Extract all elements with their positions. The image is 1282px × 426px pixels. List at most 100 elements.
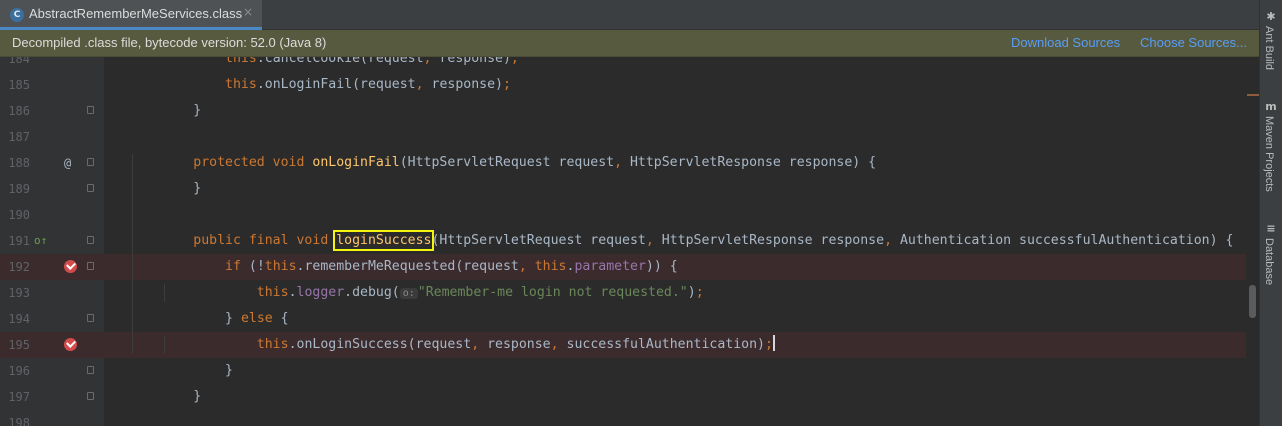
close-icon[interactable]: × xyxy=(243,5,253,19)
fold-marker-icon[interactable] xyxy=(87,158,94,166)
code-token: public final void xyxy=(193,233,337,248)
code-line[interactable]: 185 this.onLoginFail(request, response); xyxy=(0,72,1246,98)
code-text: if (!this.rememberMeRequested(request, t… xyxy=(98,254,678,280)
code-token: } xyxy=(225,363,233,378)
code-token: this xyxy=(225,77,257,92)
code-token: , xyxy=(645,233,654,248)
code-line[interactable]: 197 } xyxy=(0,384,1246,410)
code-token: (HttpServletRequest request xyxy=(399,155,615,170)
code-token: HttpServletResponse response xyxy=(653,233,885,248)
code-token: response) xyxy=(423,77,503,92)
code-text: protected void onLoginFail(HttpServletRe… xyxy=(98,150,876,176)
code-text: this.onLoginSuccess(request, response, s… xyxy=(98,332,775,358)
code-token: (! xyxy=(248,259,265,274)
code-token: , xyxy=(614,155,623,170)
vertical-scrollbar[interactable] xyxy=(1246,57,1259,426)
code-token: HttpServletResponse response) { xyxy=(622,155,877,170)
line-number: 188 xyxy=(8,156,30,170)
code-token: { xyxy=(280,311,289,326)
code-line[interactable]: 195 this.onLoginSuccess(request, respons… xyxy=(0,332,1246,358)
code-line[interactable]: 188 @ protected void onLoginFail(HttpServ… xyxy=(0,150,1246,176)
code-editor[interactable]: 184 this.cancelCookie(request, response)… xyxy=(0,57,1246,426)
code-line[interactable]: 184 this.cancelCookie(request, response)… xyxy=(0,57,1246,72)
code-line[interactable]: 187 xyxy=(0,124,1246,150)
code-token: ; xyxy=(510,57,519,66)
code-line[interactable]: 192 if (!this.rememberMeRequested(reques… xyxy=(0,254,1246,280)
code-token: this xyxy=(264,259,297,274)
editor-tab-bar: C AbstractRememberMeServices.class × xyxy=(0,0,1259,30)
ant-build-tool[interactable]: ✱ Ant Build xyxy=(1260,10,1282,84)
indent-guide xyxy=(132,154,133,354)
code-line[interactable]: 190 xyxy=(0,202,1246,228)
line-number: 189 xyxy=(8,182,30,196)
code-line[interactable]: 189 } xyxy=(0,176,1246,202)
code-token: this xyxy=(256,337,289,352)
maven-icon: m xyxy=(1265,100,1277,113)
right-tool-strip: ✱ Ant Build m Maven Projects ≡ Database xyxy=(1259,0,1282,426)
code-token: successfulAuthentication) xyxy=(558,337,766,352)
override-icon[interactable]: o↑ xyxy=(34,228,47,254)
indent-guide xyxy=(164,284,165,302)
code-token: else xyxy=(240,311,281,326)
fold-marker-icon[interactable] xyxy=(87,392,94,400)
code-line[interactable]: 194 } else { xyxy=(0,306,1246,332)
fold-marker-icon[interactable] xyxy=(87,262,94,270)
line-number: 193 xyxy=(8,286,30,300)
text-caret xyxy=(772,335,775,351)
code-token: .onLoginSuccess(request xyxy=(288,337,472,352)
code-token: logger xyxy=(296,285,345,300)
line-number: 196 xyxy=(8,364,30,378)
code-token: onLoginFail xyxy=(312,155,400,170)
line-number: 191 xyxy=(8,234,30,248)
code-line[interactable]: 186 } xyxy=(0,98,1246,124)
code-token: response) xyxy=(431,57,511,66)
line-number: 186 xyxy=(8,104,30,118)
code-token: if xyxy=(225,259,249,274)
scrollbar-thumb[interactable] xyxy=(1249,285,1256,318)
breakpoint-icon[interactable] xyxy=(64,260,77,273)
maven-projects-tool[interactable]: m Maven Projects xyxy=(1260,100,1282,210)
code-line[interactable]: 198 xyxy=(0,410,1246,426)
fold-marker-icon[interactable] xyxy=(87,366,94,374)
code-text: } else { xyxy=(98,306,289,332)
breakpoint-icon[interactable] xyxy=(64,338,77,351)
code-token: .debug( xyxy=(344,285,400,300)
code-text: this.cancelCookie(request, response); xyxy=(98,57,519,72)
code-token: , xyxy=(415,77,424,92)
code-line[interactable]: 193 this.logger.debug(o: "Remember-me log… xyxy=(0,280,1246,306)
download-sources-link[interactable]: Download Sources xyxy=(1011,35,1120,50)
editor-tab[interactable]: C AbstractRememberMeServices.class × xyxy=(0,0,262,30)
fold-marker-icon[interactable] xyxy=(87,184,94,192)
banner-message: Decompiled .class file, bytecode version… xyxy=(12,35,327,50)
code-line[interactable]: 196 } xyxy=(0,358,1246,384)
line-number: 197 xyxy=(8,390,30,404)
line-number: 192 xyxy=(8,260,30,274)
code-token: , xyxy=(550,337,559,352)
code-token: o: xyxy=(399,288,418,299)
line-number: 187 xyxy=(8,130,30,144)
code-token: , xyxy=(471,337,480,352)
line-number: 194 xyxy=(8,312,30,326)
code-token: response xyxy=(479,337,551,352)
code-token: protected void xyxy=(193,155,313,170)
code-line[interactable]: 191 o↑ public final void loginSuccess(Htt… xyxy=(0,228,1246,254)
decompiled-banner: Decompiled .class file, bytecode version… xyxy=(0,30,1259,57)
code-token: } xyxy=(225,311,241,326)
code-token: parameter xyxy=(574,259,646,274)
ant-build-label: Ant Build xyxy=(1263,26,1275,71)
code-token: this xyxy=(256,285,289,300)
scrollbar-marker xyxy=(1247,94,1259,96)
line-number: 198 xyxy=(8,416,30,426)
maven-projects-label: Maven Projects xyxy=(1263,116,1275,192)
code-token: this xyxy=(225,57,257,66)
annotation-icon[interactable]: @ xyxy=(64,150,71,176)
database-tool[interactable]: ≡ Database xyxy=(1260,222,1282,294)
code-token: "Remember-me login not requested." xyxy=(417,285,688,300)
choose-sources-link[interactable]: Choose Sources... xyxy=(1140,35,1247,50)
code-token: ; xyxy=(502,77,511,92)
indent-guide xyxy=(164,336,165,354)
fold-marker-icon[interactable] xyxy=(87,106,94,114)
code-text: public final void loginSuccess(HttpServl… xyxy=(98,228,1233,254)
fold-marker-icon[interactable] xyxy=(87,236,94,244)
fold-marker-icon[interactable] xyxy=(87,314,94,322)
